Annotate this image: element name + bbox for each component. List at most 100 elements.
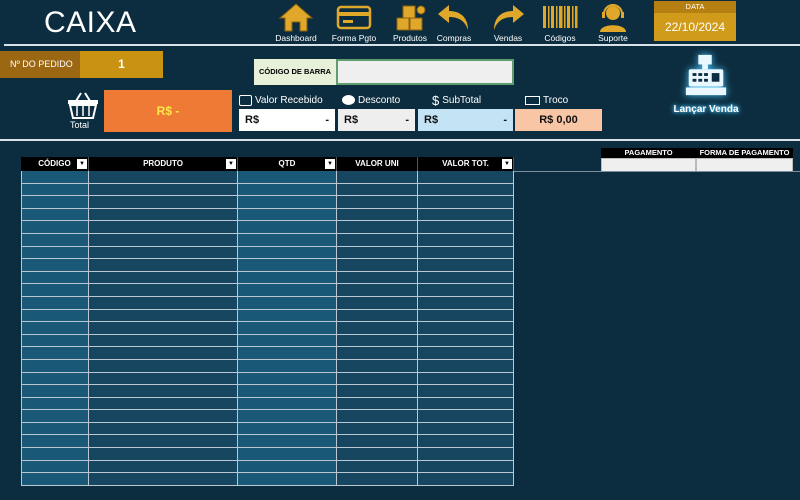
table-cell[interactable] [89,372,238,385]
table-cell[interactable] [89,322,238,334]
table-cell[interactable] [418,208,514,221]
table-cell[interactable] [21,221,89,233]
table-cell[interactable] [21,385,89,397]
table-cell[interactable] [21,233,89,246]
table-cell[interactable] [21,448,89,460]
table-cell[interactable] [238,171,337,183]
table-cell[interactable] [21,296,89,309]
table-cell[interactable] [238,309,337,322]
table-cell[interactable] [238,385,337,397]
table-cell[interactable] [238,322,337,334]
table-cell[interactable] [238,246,337,259]
table-cell[interactable] [337,359,418,372]
table-cell[interactable] [89,347,238,359]
table-cell[interactable] [337,271,418,284]
table-cell[interactable] [21,309,89,322]
table-cell[interactable] [238,233,337,246]
table-cell[interactable] [89,334,238,347]
payment-cell[interactable] [601,158,696,172]
table-cell[interactable] [337,309,418,322]
table-cell[interactable] [418,372,514,385]
table-cell[interactable] [337,372,418,385]
table-cell[interactable] [238,271,337,284]
table-cell[interactable] [337,183,418,196]
table-cell[interactable] [418,359,514,372]
table-cell[interactable] [238,448,337,460]
table-cell[interactable] [89,208,238,221]
table-cell[interactable] [418,448,514,460]
table-cell[interactable] [418,435,514,448]
table-cell[interactable] [238,460,337,473]
table-cell[interactable] [418,296,514,309]
nav-suporte[interactable]: Suporte [581,2,645,44]
table-cell[interactable] [89,359,238,372]
table-cell[interactable] [89,259,238,271]
table-cell[interactable] [238,196,337,208]
table-cell[interactable] [418,410,514,422]
table-cell[interactable] [21,259,89,271]
table-cell[interactable] [89,435,238,448]
table-cell[interactable] [21,410,89,422]
table-cell[interactable] [337,460,418,473]
nav-forma-pgto[interactable]: Forma Pgto [322,2,386,44]
table-cell[interactable] [418,246,514,259]
table-cell[interactable] [89,397,238,410]
table-cell[interactable] [418,334,514,347]
table-cell[interactable] [238,422,337,435]
table-cell[interactable] [337,208,418,221]
table-cell[interactable] [238,296,337,309]
col-header-valor-uni[interactable]: VALOR UNI [337,157,418,171]
table-cell[interactable] [238,473,337,485]
table-cell[interactable] [337,284,418,296]
table-cell[interactable] [238,410,337,422]
table-cell[interactable] [337,473,418,485]
table-cell[interactable] [337,246,418,259]
table-cell[interactable] [89,233,238,246]
table-cell[interactable] [21,435,89,448]
filter-dropdown-icon[interactable]: ▼ [325,159,335,169]
table-cell[interactable] [337,435,418,448]
valor-recebido-field[interactable]: R$ - [239,109,335,131]
table-cell[interactable] [89,196,238,208]
table-cell[interactable] [21,171,89,183]
table-cell[interactable] [238,259,337,271]
table-cell[interactable] [418,322,514,334]
table-cell[interactable] [418,259,514,271]
table-cell[interactable] [418,347,514,359]
table-cell[interactable] [418,385,514,397]
table-cell[interactable] [238,284,337,296]
table-cell[interactable] [21,271,89,284]
table-cell[interactable] [21,322,89,334]
table-cell[interactable] [21,422,89,435]
table-cell[interactable] [337,385,418,397]
table-cell[interactable] [418,309,514,322]
table-cell[interactable] [418,422,514,435]
table-cell[interactable] [89,221,238,233]
table-cell[interactable] [238,183,337,196]
filter-dropdown-icon[interactable]: ▼ [226,159,236,169]
desconto-field[interactable]: R$ - [338,109,415,131]
table-cell[interactable] [89,473,238,485]
table-cell[interactable] [238,208,337,221]
payment-method-cell[interactable] [696,158,793,172]
col-header-produto[interactable]: PRODUTO ▼ [89,157,238,171]
table-cell[interactable] [337,410,418,422]
table-cell[interactable] [337,296,418,309]
table-cell[interactable] [337,397,418,410]
barcode-input[interactable] [336,59,514,85]
col-header-valor-tot[interactable]: VALOR TOT. ▼ [418,157,514,171]
table-cell[interactable] [238,359,337,372]
table-cell[interactable] [418,233,514,246]
filter-dropdown-icon[interactable]: ▼ [502,159,512,169]
table-cell[interactable] [238,221,337,233]
filter-dropdown-icon[interactable]: ▼ [77,159,87,169]
lancar-venda-button[interactable]: Lançar Venda [668,52,744,115]
table-cell[interactable] [337,221,418,233]
table-cell[interactable] [21,397,89,410]
table-cell[interactable] [21,359,89,372]
table-cell[interactable] [21,347,89,359]
table-cell[interactable] [337,259,418,271]
table-cell[interactable] [238,397,337,410]
table-cell[interactable] [21,246,89,259]
table-cell[interactable] [238,435,337,448]
